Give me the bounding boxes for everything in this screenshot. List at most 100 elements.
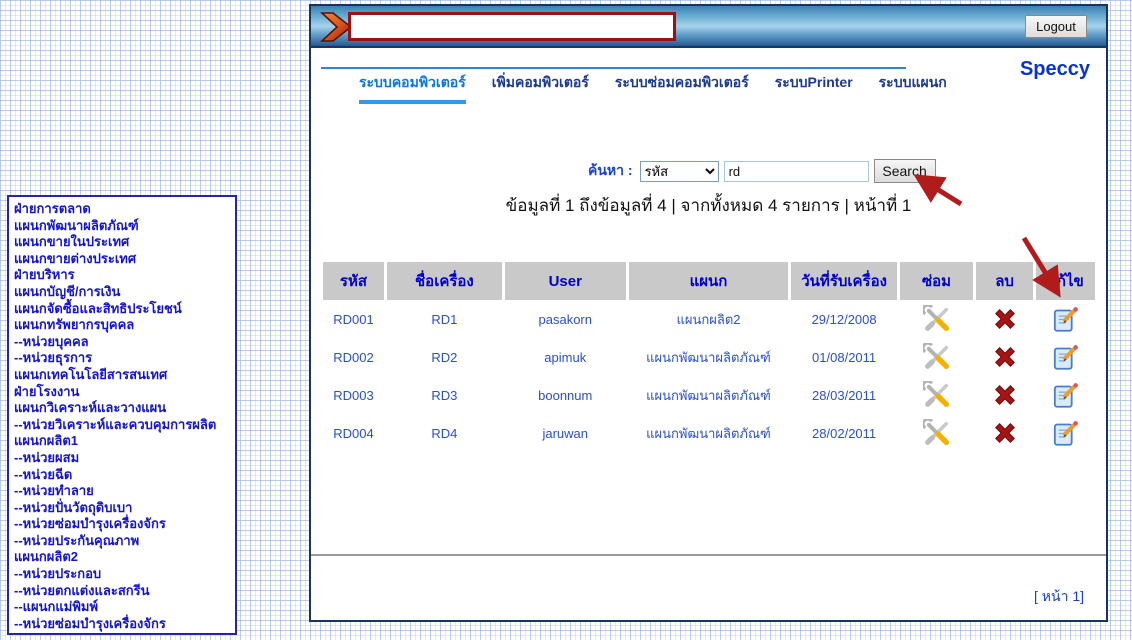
sidebar-item[interactable]: --หน่วยประกันคุณภาพ [14, 533, 230, 550]
cell-department: แผนกพัฒนาผลิตภัณฑ์ [646, 425, 771, 441]
cell-machine-name: RD4 [431, 425, 458, 441]
col-header-edit: แก้ไข [1036, 262, 1095, 300]
sidebar-item[interactable]: แผนกขายต่างประเทศ [14, 251, 230, 268]
desktop-background: { "header": { "title_box_text": "", "log… [0, 0, 1132, 640]
sidebar-item[interactable]: แผนกขายในประเทศ [14, 234, 230, 251]
wrench-screwdriver-icon [921, 379, 949, 408]
nav-divider [321, 67, 906, 69]
cell-received-date: 29/12/2008 [811, 311, 877, 327]
sidebar-item[interactable]: --หน่วยวิเคราะห์และควบคุมการผลิต [14, 417, 230, 434]
sidebar-item[interactable]: ฝ่ายบริหาร [14, 267, 230, 284]
cell-received-date: 01/08/2011 [812, 349, 877, 365]
col-header-repair: ซ่อม [899, 262, 974, 300]
cell-user: pasakorn [538, 311, 592, 327]
edit-action[interactable] [1036, 414, 1095, 452]
cell-machine-name: RD3 [431, 387, 458, 403]
sidebar-item[interactable]: แผนกจัดซื้อและสิทธิประโยชน์ [14, 301, 230, 318]
tab-printer-system[interactable]: ระบบPrinter [775, 72, 853, 104]
sidebar-item[interactable]: แผนกบัญชี/การเงิน [14, 284, 230, 301]
sidebar-item[interactable]: --หน่วยตกแต่งและสกรีน [14, 583, 230, 600]
repair-action[interactable] [900, 414, 973, 452]
cell-department: แผนกพัฒนาผลิตภัณฑ์ [646, 387, 771, 403]
tab-repair-system[interactable]: ระบบซ่อมคอมพิวเตอร์ [615, 72, 749, 104]
cell-user: jaruwan [542, 425, 589, 441]
sidebar-item[interactable]: --หน่วยบุคคล [14, 334, 230, 351]
edit-action[interactable] [1036, 376, 1095, 414]
logout-button[interactable]: Logout [1025, 15, 1087, 38]
department-sidebar: ฝ่ายการตลาด แผนกพัฒนาผลิตภัณฑ์ แผนกขายใน… [7, 195, 237, 635]
delete-action[interactable] [976, 338, 1033, 376]
cell-code: RD001 [333, 311, 374, 327]
table-row: RD002 RD2 apimuk แผนกพัฒนาผลิตภัณฑ์ 01/0… [323, 338, 1095, 376]
computers-table: รหัส ชื่อเครื่อง User แผนก วันที่รับเครื… [320, 262, 1098, 452]
sidebar-item[interactable]: แผนกวิเคราะห์และวางแผน [14, 400, 230, 417]
notepad-pencil-icon [1053, 306, 1078, 332]
cell-code: RD004 [333, 425, 374, 441]
sidebar-item[interactable]: --หน่วยทำลาย [14, 483, 230, 500]
table-row: RD001 RD1 pasakorn แผนกผลิต2 29/12/2008 [323, 300, 1095, 338]
repair-action[interactable] [900, 300, 973, 338]
edit-action[interactable] [1036, 300, 1095, 338]
search-button[interactable]: Search [873, 159, 936, 183]
sidebar-item[interactable]: --หน่วยซ่อมบำรุงเครื่องจักร [14, 516, 230, 533]
tab-add-computer[interactable]: เพิ่มคอมพิวเตอร์ [492, 72, 589, 104]
notepad-pencil-icon [1053, 382, 1078, 408]
sidebar-item[interactable]: --แผนกแม่พิมพ์ [14, 599, 230, 616]
main-panel: Logout ระบบคอมพิวเตอร์ เพิ่มคอมพิวเตอร์ … [309, 4, 1108, 622]
sidebar-item[interactable]: --หน่วยซ่อมบำรุงเครื่องจักร [14, 616, 230, 633]
col-header-received-date: วันที่รับเครื่อง [791, 262, 897, 300]
search-input[interactable] [723, 160, 869, 182]
tab-computer-system[interactable]: ระบบคอมพิวเตอร์ [359, 72, 466, 104]
cell-machine-name: RD2 [431, 349, 458, 365]
red-x-icon [994, 385, 1015, 405]
wrench-screwdriver-icon [921, 341, 949, 370]
cell-received-date: 28/02/2011 [812, 425, 877, 441]
delete-action[interactable] [976, 300, 1033, 338]
sidebar-item[interactable]: ฝ่ายการตลาด [14, 201, 230, 218]
search-bar: ค้นหา : รหัส Search [588, 159, 936, 183]
edit-action[interactable] [1036, 338, 1095, 376]
wrench-screwdriver-icon [921, 417, 949, 446]
wrench-screwdriver-icon [921, 303, 949, 332]
search-field-select[interactable]: รหัส [639, 160, 719, 182]
pagination-page-1[interactable]: [ หน้า 1] [1034, 586, 1084, 608]
sidebar-item[interactable]: แผนกทรัพยากรบุคคล [14, 317, 230, 334]
col-header-code: รหัส [323, 262, 384, 300]
repair-action[interactable] [900, 338, 973, 376]
col-header-delete: ลบ [976, 262, 1034, 300]
results-summary: ข้อมูลที่ 1 ถึงข้อมูลที่ 4 | จากทั้งหมด … [505, 196, 912, 215]
cell-received-date: 28/03/2011 [812, 387, 877, 403]
tab-department-system[interactable]: ระบบแผนก [879, 72, 947, 104]
cell-machine-name: RD1 [431, 311, 458, 327]
notepad-pencil-icon [1053, 344, 1078, 370]
sidebar-item[interactable]: --หน่วยผสม [14, 450, 230, 467]
sidebar-item[interactable]: ฝ่ายโรงงาน [14, 384, 230, 401]
table-row: RD003 RD3 boonnum แผนกพัฒนาผลิตภัณฑ์ 28/… [323, 376, 1095, 414]
sidebar-item[interactable]: --หน่วยปั่นวัตถุดิบเบา [14, 500, 230, 517]
col-header-department: แผนก [628, 262, 789, 300]
brand-speccy: Speccy [1019, 58, 1090, 80]
notepad-pencil-icon [1053, 420, 1078, 446]
table-row: RD004 RD4 jaruwan แผนกพัฒนาผลิตภัณฑ์ 28/… [323, 414, 1095, 452]
sidebar-item[interactable]: --หน่วยประกอบ [14, 566, 230, 583]
red-x-icon [994, 347, 1015, 367]
sidebar-item[interactable]: แผนกพัฒนาผลิตภัณฑ์ [14, 218, 230, 235]
header-bar: Logout [311, 6, 1106, 48]
sidebar-item[interactable]: --หน่วยฉีด [14, 467, 230, 484]
delete-action[interactable] [976, 414, 1033, 452]
cell-code: RD002 [333, 349, 374, 365]
nav-tabs: ระบบคอมพิวเตอร์ เพิ่มคอมพิวเตอร์ ระบบซ่อ… [359, 72, 947, 104]
search-label: ค้นหา : [588, 162, 633, 178]
repair-action[interactable] [900, 376, 973, 414]
cell-code: RD003 [333, 387, 374, 403]
cell-user: apimuk [544, 349, 587, 365]
table-header-row: รหัส ชื่อเครื่อง User แผนก วันที่รับเครื… [323, 262, 1095, 300]
sidebar-item[interactable]: แผนกผลิต1 [14, 433, 230, 450]
sidebar-item[interactable]: แผนกผลิต2 [14, 549, 230, 566]
sidebar-item[interactable]: แผนกเทคโนโลยีสารสนเทศ [14, 367, 230, 384]
sidebar-item[interactable]: --หน่วยธุรการ [14, 350, 230, 367]
col-header-user: User [504, 262, 626, 300]
cell-user: boonnum [538, 387, 593, 403]
header-title-box [348, 12, 676, 41]
delete-action[interactable] [976, 376, 1033, 414]
